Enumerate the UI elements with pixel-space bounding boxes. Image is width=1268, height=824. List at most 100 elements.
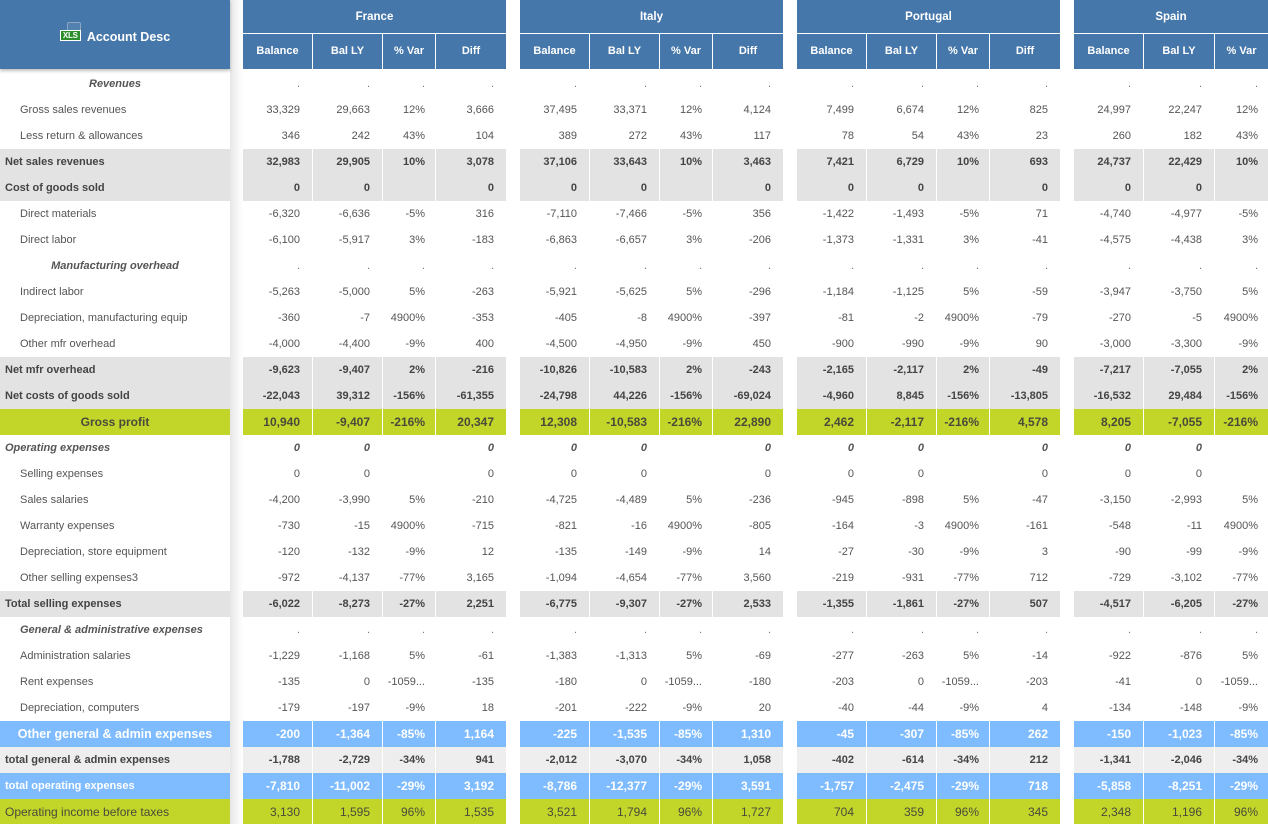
cell-balance[interactable]: . xyxy=(520,71,590,97)
cell-pct-var[interactable]: . xyxy=(660,617,713,643)
cell-pct-var[interactable]: -9% xyxy=(383,331,436,357)
cell-balance[interactable]: -5,263 xyxy=(243,279,313,305)
cell-pct-var[interactable] xyxy=(660,461,713,487)
cell-bal-ly[interactable]: -2,993 xyxy=(1144,487,1215,513)
cell-pct-var[interactable]: -85% xyxy=(383,721,436,747)
account-row-label[interactable]: Depreciation, manufacturing equip xyxy=(0,305,230,331)
cell-bal-ly[interactable]: 0 xyxy=(867,461,937,487)
cell-pct-var[interactable]: -9% xyxy=(937,695,990,721)
cell-balance[interactable]: -2,165 xyxy=(797,357,867,383)
cell-diff[interactable]: -135 xyxy=(436,669,506,695)
cell-balance[interactable]: -2,012 xyxy=(520,747,590,773)
cell-bal-ly[interactable]: -44 xyxy=(867,695,937,721)
cell-pct-var[interactable]: 4900% xyxy=(660,513,713,539)
cell-bal-ly[interactable]: 0 xyxy=(1144,175,1215,201)
cell-pct-var[interactable]: -9% xyxy=(660,695,713,721)
cell-bal-ly[interactable]: 44,226 xyxy=(590,383,660,409)
cell-bal-ly[interactable]: -614 xyxy=(867,747,937,773)
cell-balance[interactable]: -201 xyxy=(520,695,590,721)
cell-balance[interactable]: . xyxy=(797,253,867,279)
cell-pct-var[interactable]: -9% xyxy=(1215,695,1268,721)
cell-diff[interactable]: 0 xyxy=(990,175,1060,201)
cell-pct-var[interactable]: -27% xyxy=(383,591,436,617)
cell-diff[interactable]: 3,078 xyxy=(436,149,506,175)
cell-pct-var[interactable]: -27% xyxy=(1215,591,1268,617)
cell-balance[interactable]: -4,517 xyxy=(1074,591,1144,617)
cell-diff[interactable]: 0 xyxy=(713,175,783,201)
cell-diff[interactable]: 2,251 xyxy=(436,591,506,617)
column-header-balance[interactable]: Balance xyxy=(520,34,590,69)
cell-pct-var[interactable]: . xyxy=(937,253,990,279)
cell-pct-var[interactable]: 5% xyxy=(383,279,436,305)
cell-diff[interactable]: 262 xyxy=(990,721,1060,747)
cell-balance[interactable]: -6,022 xyxy=(243,591,313,617)
cell-balance[interactable]: -16,532 xyxy=(1074,383,1144,409)
cell-balance[interactable]: 2,348 xyxy=(1074,799,1144,824)
cell-diff[interactable]: 345 xyxy=(990,799,1060,824)
cell-bal-ly[interactable]: -7,466 xyxy=(590,201,660,227)
cell-pct-var[interactable]: . xyxy=(1215,617,1268,643)
cell-bal-ly[interactable]: 0 xyxy=(867,435,937,461)
cell-pct-var[interactable]: -85% xyxy=(1215,721,1268,747)
cell-balance[interactable]: -1,229 xyxy=(243,643,313,669)
cell-balance[interactable]: -120 xyxy=(243,539,313,565)
column-header-pct-var[interactable]: % Var xyxy=(1215,34,1268,69)
column-header-bal-ly[interactable]: Bal LY xyxy=(1144,34,1215,69)
cell-pct-var[interactable]: 10% xyxy=(660,149,713,175)
cell-bal-ly[interactable]: -4,950 xyxy=(590,331,660,357)
cell-balance[interactable]: -135 xyxy=(243,669,313,695)
cell-pct-var[interactable]: 2% xyxy=(383,357,436,383)
cell-balance[interactable]: -180 xyxy=(520,669,590,695)
cell-bal-ly[interactable]: -1,861 xyxy=(867,591,937,617)
cell-bal-ly[interactable]: -1,493 xyxy=(867,201,937,227)
cell-bal-ly[interactable]: 8,845 xyxy=(867,383,937,409)
cell-diff[interactable]: -236 xyxy=(713,487,783,513)
cell-balance[interactable]: -4,200 xyxy=(243,487,313,513)
cell-diff[interactable]: . xyxy=(713,617,783,643)
cell-balance[interactable]: -972 xyxy=(243,565,313,591)
account-row-label[interactable]: Net sales revenues xyxy=(0,149,230,175)
cell-pct-var[interactable]: 5% xyxy=(1215,487,1268,513)
cell-balance[interactable]: -27 xyxy=(797,539,867,565)
cell-bal-ly[interactable]: 33,371 xyxy=(590,97,660,123)
account-row-label[interactable]: Gross sales revenues xyxy=(0,97,230,123)
cell-bal-ly[interactable]: -1,023 xyxy=(1144,721,1215,747)
cell-balance[interactable]: . xyxy=(1074,71,1144,97)
cell-bal-ly[interactable]: -2,475 xyxy=(867,773,937,799)
cell-bal-ly[interactable]: 0 xyxy=(867,669,937,695)
cell-balance[interactable]: -6,100 xyxy=(243,227,313,253)
cell-diff[interactable]: 0 xyxy=(990,461,1060,487)
cell-bal-ly[interactable]: -931 xyxy=(867,565,937,591)
cell-bal-ly[interactable]: -4,438 xyxy=(1144,227,1215,253)
cell-bal-ly[interactable]: . xyxy=(1144,617,1215,643)
cell-balance[interactable]: 0 xyxy=(520,175,590,201)
cell-balance[interactable]: -22,043 xyxy=(243,383,313,409)
cell-diff[interactable]: 212 xyxy=(990,747,1060,773)
cell-balance[interactable]: -4,500 xyxy=(520,331,590,357)
cell-bal-ly[interactable]: 6,674 xyxy=(867,97,937,123)
cell-pct-var[interactable]: 4900% xyxy=(1215,305,1268,331)
country-header[interactable]: France xyxy=(243,0,506,34)
cell-balance[interactable]: -1,788 xyxy=(243,747,313,773)
cell-diff[interactable]: -203 xyxy=(990,669,1060,695)
cell-balance[interactable]: -821 xyxy=(520,513,590,539)
cell-pct-var[interactable]: -9% xyxy=(660,331,713,357)
cell-diff[interactable]: 1,164 xyxy=(436,721,506,747)
cell-pct-var[interactable]: 12% xyxy=(383,97,436,123)
cell-balance[interactable]: -150 xyxy=(1074,721,1144,747)
cell-balance[interactable]: . xyxy=(243,253,313,279)
cell-diff[interactable]: -61 xyxy=(436,643,506,669)
account-row-label[interactable]: Direct materials xyxy=(0,201,230,227)
cell-pct-var[interactable] xyxy=(1215,435,1268,461)
cell-bal-ly[interactable]: -148 xyxy=(1144,695,1215,721)
cell-balance[interactable]: -41 xyxy=(1074,669,1144,695)
cell-balance[interactable]: 2,462 xyxy=(797,409,867,435)
cell-balance[interactable]: -945 xyxy=(797,487,867,513)
cell-pct-var[interactable]: -216% xyxy=(1215,409,1268,435)
cell-bal-ly[interactable]: . xyxy=(313,71,383,97)
cell-balance[interactable]: -7,810 xyxy=(243,773,313,799)
cell-bal-ly[interactable]: -11 xyxy=(1144,513,1215,539)
account-row-label[interactable]: Less return & allowances xyxy=(0,123,230,149)
cell-pct-var[interactable]: 3% xyxy=(383,227,436,253)
cell-balance[interactable]: -900 xyxy=(797,331,867,357)
